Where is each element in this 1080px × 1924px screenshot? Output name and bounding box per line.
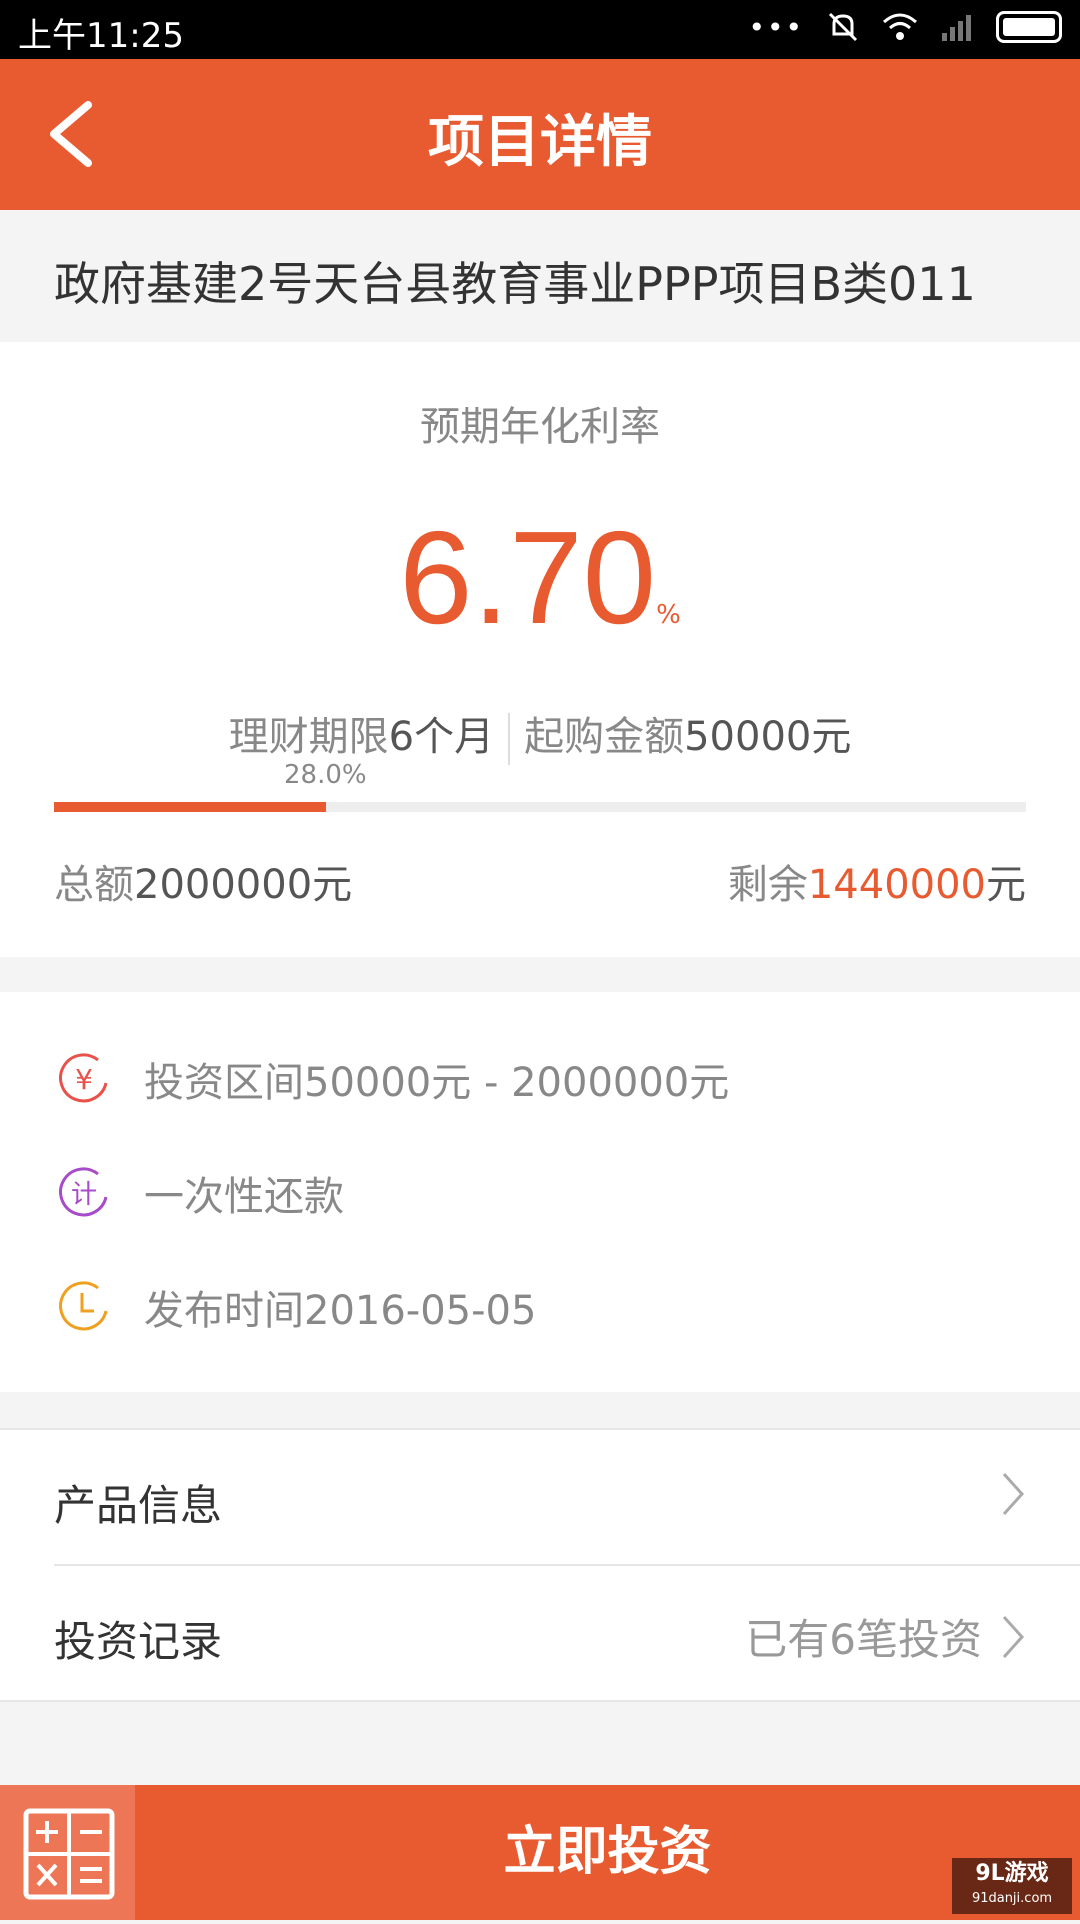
- rate-number: 6.70: [399, 504, 657, 651]
- remaining-unit: 元: [986, 862, 1026, 908]
- remaining-label: 剩余: [727, 862, 808, 908]
- status-bar: 上午11:25 •••: [0, 0, 1080, 59]
- signal-icon: [942, 15, 971, 41]
- publish-row: 发布时间2016-05-05: [54, 1272, 536, 1342]
- rate-value: 6.70%: [0, 502, 1080, 653]
- repay-text: 一次性还款: [144, 1174, 344, 1220]
- battery-icon: [996, 11, 1062, 43]
- total-label: 总额: [54, 862, 134, 908]
- product-info-label: 产品信息: [54, 1481, 223, 1530]
- wifi-icon: [883, 13, 917, 40]
- invest-range-row: ¥ 投资区间50000元 - 2000000元: [54, 1044, 729, 1114]
- calculator-button[interactable]: [0, 1785, 135, 1920]
- remaining-value: 1440000: [807, 862, 986, 908]
- status-time: 上午11:25: [18, 16, 184, 56]
- header-bar: 项目详情: [0, 59, 1080, 210]
- publish-text: 发布时间2016-05-05: [144, 1288, 537, 1334]
- invest-now-button[interactable]: 立即投资: [135, 1785, 1080, 1920]
- watermark-url: 91danji.com: [971, 1891, 1053, 1906]
- total-value: 2000000元: [134, 862, 353, 908]
- min-purchase-label: 起购金额: [524, 714, 685, 760]
- rate-label: 预期年化利率: [420, 404, 660, 450]
- invest-count: 已有6笔投资: [745, 1615, 982, 1664]
- invest-records-right: 已有6笔投资: [745, 1606, 1026, 1667]
- terms-divider: [508, 713, 511, 765]
- total-amount: 总额2000000元: [54, 852, 352, 910]
- bottom-bar: 立即投资 9L游戏 91danji.com: [0, 1785, 1080, 1920]
- page-title: 项目详情: [428, 110, 652, 175]
- info-card: ¥ 投资区间50000元 - 2000000元 计 一次性还款 发布时间2016…: [0, 992, 1080, 1392]
- invest-range-text: 投资区间50000元 - 2000000元: [144, 1060, 730, 1106]
- product-info-row[interactable]: 产品信息: [54, 1430, 1026, 1564]
- min-purchase-value: 50000元: [684, 714, 852, 760]
- svg-text:计: 计: [71, 1180, 97, 1210]
- chevron-right-icon: [1002, 1472, 1025, 1516]
- term-label: 理财期限: [228, 714, 389, 760]
- mute-icon: [828, 12, 858, 42]
- svg-text:¥: ¥: [75, 1063, 93, 1096]
- yuan-icon: ¥: [59, 1053, 108, 1103]
- menu-card: 产品信息 投资记录 已有6笔投资: [0, 1428, 1080, 1702]
- rate-unit: %: [656, 600, 681, 630]
- progress-bar: [54, 802, 1026, 812]
- more-dots-icon: •••: [748, 10, 804, 44]
- calc-badge-icon: 计: [59, 1167, 108, 1217]
- repay-row: 计 一次性还款: [54, 1158, 344, 1228]
- terms-row: 理财期限6个月 起购金额50000元: [0, 704, 1080, 765]
- status-icons: •••: [748, 10, 1062, 44]
- progress-percent: 28.0%: [284, 760, 367, 790]
- watermark: 9L游戏 91danji.com: [952, 1858, 1072, 1914]
- rate-card: 预期年化利率 6.70% 理财期限6个月 起购金额50000元 28.0% 总额2…: [0, 342, 1080, 957]
- progress-fill: [54, 802, 327, 812]
- calculator-icon: [23, 1808, 115, 1900]
- product-info-right: [1000, 1470, 1026, 1518]
- invest-records-label: 投资记录: [54, 1617, 223, 1666]
- term-value: 6个月: [388, 714, 495, 760]
- watermark-title: 9L游戏: [975, 1861, 1049, 1886]
- project-title: 政府基建2号天台县教育事业PPP项目B类011: [54, 257, 976, 311]
- clock-icon: [59, 1281, 108, 1331]
- project-title-bar: 政府基建2号天台县教育事业PPP项目B类011: [0, 210, 1080, 342]
- chevron-right-icon: [1002, 1615, 1025, 1658]
- invest-records-row[interactable]: 投资记录 已有6笔投资: [54, 1566, 1026, 1700]
- remaining-amount: 剩余1440000元: [728, 852, 1026, 910]
